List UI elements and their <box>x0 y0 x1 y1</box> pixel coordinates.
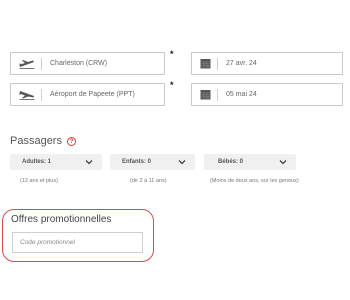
promo-title: Offres promotionnelles <box>11 214 112 225</box>
plane-landing-icon <box>19 89 35 101</box>
departure-airport-value: Charleston (CRW) <box>50 60 108 67</box>
infants-select[interactable]: Bébés: 0 <box>204 154 296 170</box>
calendar-icon <box>199 58 211 70</box>
departure-airport-field[interactable]: Charleston (CRW) <box>10 52 165 75</box>
adults-select[interactable]: Adultes: 1 <box>10 154 102 170</box>
children-hint: (de 2 à 11 ans) <box>130 178 167 184</box>
chevron-down-icon <box>178 160 186 165</box>
arrival-airport-value: Aéroport de Papeete (PPT) <box>50 91 135 98</box>
help-icon[interactable]: ? <box>67 137 76 146</box>
children-select[interactable]: Enfants: 0 <box>110 154 195 170</box>
infants-select-label: Bébés: 0 <box>218 159 244 165</box>
departure-date-value: 27 avr. 24 <box>226 60 257 67</box>
field-divider <box>217 88 218 101</box>
return-date-value: 05 mai 24 <box>226 91 257 98</box>
departure-date-field[interactable]: 27 avr. 24 <box>191 52 343 75</box>
children-select-label: Enfants: 0 <box>122 159 152 165</box>
field-divider <box>41 88 42 101</box>
chevron-down-icon <box>85 160 93 165</box>
passengers-title: Passagers <box>10 135 62 147</box>
calendar-icon <box>199 89 211 101</box>
field-divider <box>217 57 218 70</box>
infants-hint: (Moins de deux ans, sur les genoux) <box>210 178 299 184</box>
adults-hint: (12 ans et plus) <box>20 178 58 184</box>
chevron-down-icon <box>279 160 287 165</box>
required-marker: * <box>170 80 174 90</box>
adults-select-label: Adultes: 1 <box>22 159 52 165</box>
return-date-field[interactable]: 05 mai 24 <box>191 83 343 106</box>
plane-takeoff-icon <box>19 58 35 70</box>
promo-code-input[interactable] <box>12 232 143 253</box>
required-marker: * <box>170 49 174 59</box>
field-divider <box>41 57 42 70</box>
arrival-airport-field[interactable]: Aéroport de Papeete (PPT) <box>10 83 165 106</box>
